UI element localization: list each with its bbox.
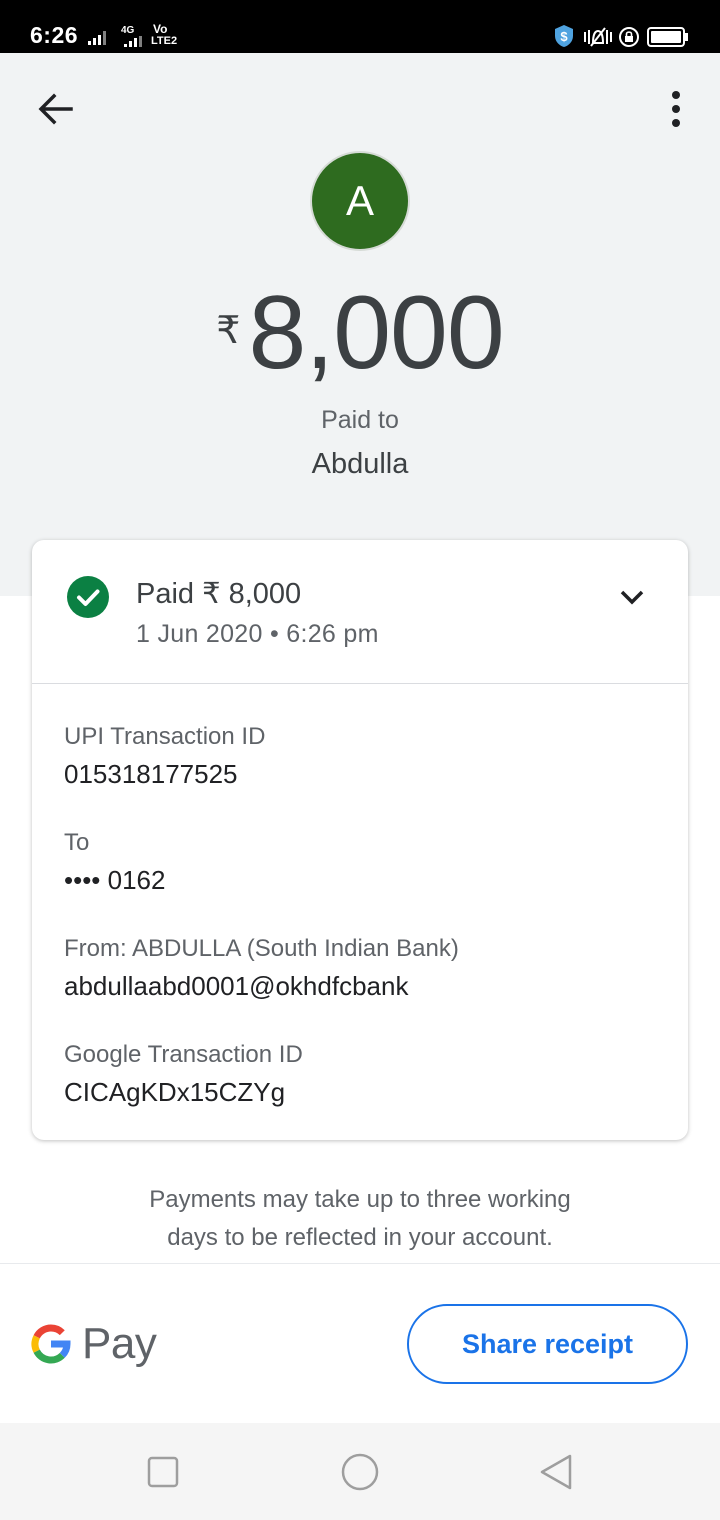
to-account-value: •••• 0162: [64, 865, 166, 895]
arrow-left-icon: [38, 93, 73, 125]
back-button[interactable]: [30, 86, 80, 132]
upi-transaction-id-value: 015318177525: [64, 759, 238, 789]
chevron-down-icon: [620, 590, 644, 605]
upi-transaction-id-label: UPI Transaction ID: [64, 723, 266, 750]
share-receipt-button[interactable]: Share receipt: [407, 1304, 688, 1384]
system-navigation-bar: [0, 1423, 720, 1520]
home-icon[interactable]: [340, 1452, 380, 1492]
amount-value: 8,000: [248, 275, 504, 391]
avatar-letter: A: [345, 177, 374, 224]
paid-amount-text: Paid ₹ 8,000: [136, 578, 302, 610]
reflection-note: Payments may take up to three working da…: [0, 1181, 720, 1257]
google-transaction-id-label: Google Transaction ID: [64, 1041, 303, 1068]
battery-icon: [647, 27, 688, 47]
google-g-logo-icon: [31, 1324, 71, 1364]
transaction-card: Paid ₹ 8,000 1 Jun 2020 • 6:26 pm UPI Tr…: [32, 540, 688, 1140]
amount-display: ₹ 8,000: [0, 278, 720, 388]
recent-apps-icon[interactable]: [147, 1456, 179, 1488]
avatar: A: [310, 151, 410, 251]
more-options-button[interactable]: [656, 86, 696, 132]
volte-top-label: Vo: [153, 22, 168, 36]
gpay-logo: Pay: [30, 1314, 157, 1374]
status-time: 6:26: [30, 22, 79, 48]
back-nav-icon[interactable]: [538, 1453, 574, 1491]
currency-symbol: ₹: [216, 310, 241, 352]
transaction-date-time: 1 Jun 2020 • 6:26 pm: [136, 620, 379, 648]
from-account-label: From: ABDULLA (South Indian Bank): [64, 935, 459, 962]
status-bar: 6:26 4G Vo LTE2 $: [0, 0, 720, 53]
svg-text:$: $: [560, 29, 568, 44]
paid-to-label: Paid to: [321, 406, 399, 434]
expand-button[interactable]: [617, 584, 647, 610]
more-vert-icon: [672, 91, 680, 127]
to-label: To: [64, 829, 90, 856]
lock-rotation-icon: [619, 27, 639, 47]
google-transaction-id-value: CICAgKDx15CZYg: [64, 1077, 286, 1107]
transaction-card-header[interactable]: Paid ₹ 8,000 1 Jun 2020 • 6:26 pm: [32, 540, 688, 684]
note-line-2: days to be reflected in your account.: [167, 1224, 553, 1251]
signal-strength-icon: [88, 29, 106, 45]
payee-name: Abdulla: [311, 448, 409, 480]
check-circle-icon: [67, 576, 109, 618]
signal-strength-2-icon: [124, 36, 142, 47]
from-upi-id-value: abdullaabd0001@okhdfcbank: [64, 971, 409, 1001]
volte-bottom-label: LTE2: [151, 35, 178, 47]
shield-icon: $: [555, 25, 573, 47]
gpay-brand-text: Pay: [82, 1319, 157, 1368]
note-line-1: Payments may take up to three working: [149, 1186, 571, 1213]
network-type-label: 4G: [121, 25, 135, 36]
vibrate-icon: [584, 27, 612, 47]
